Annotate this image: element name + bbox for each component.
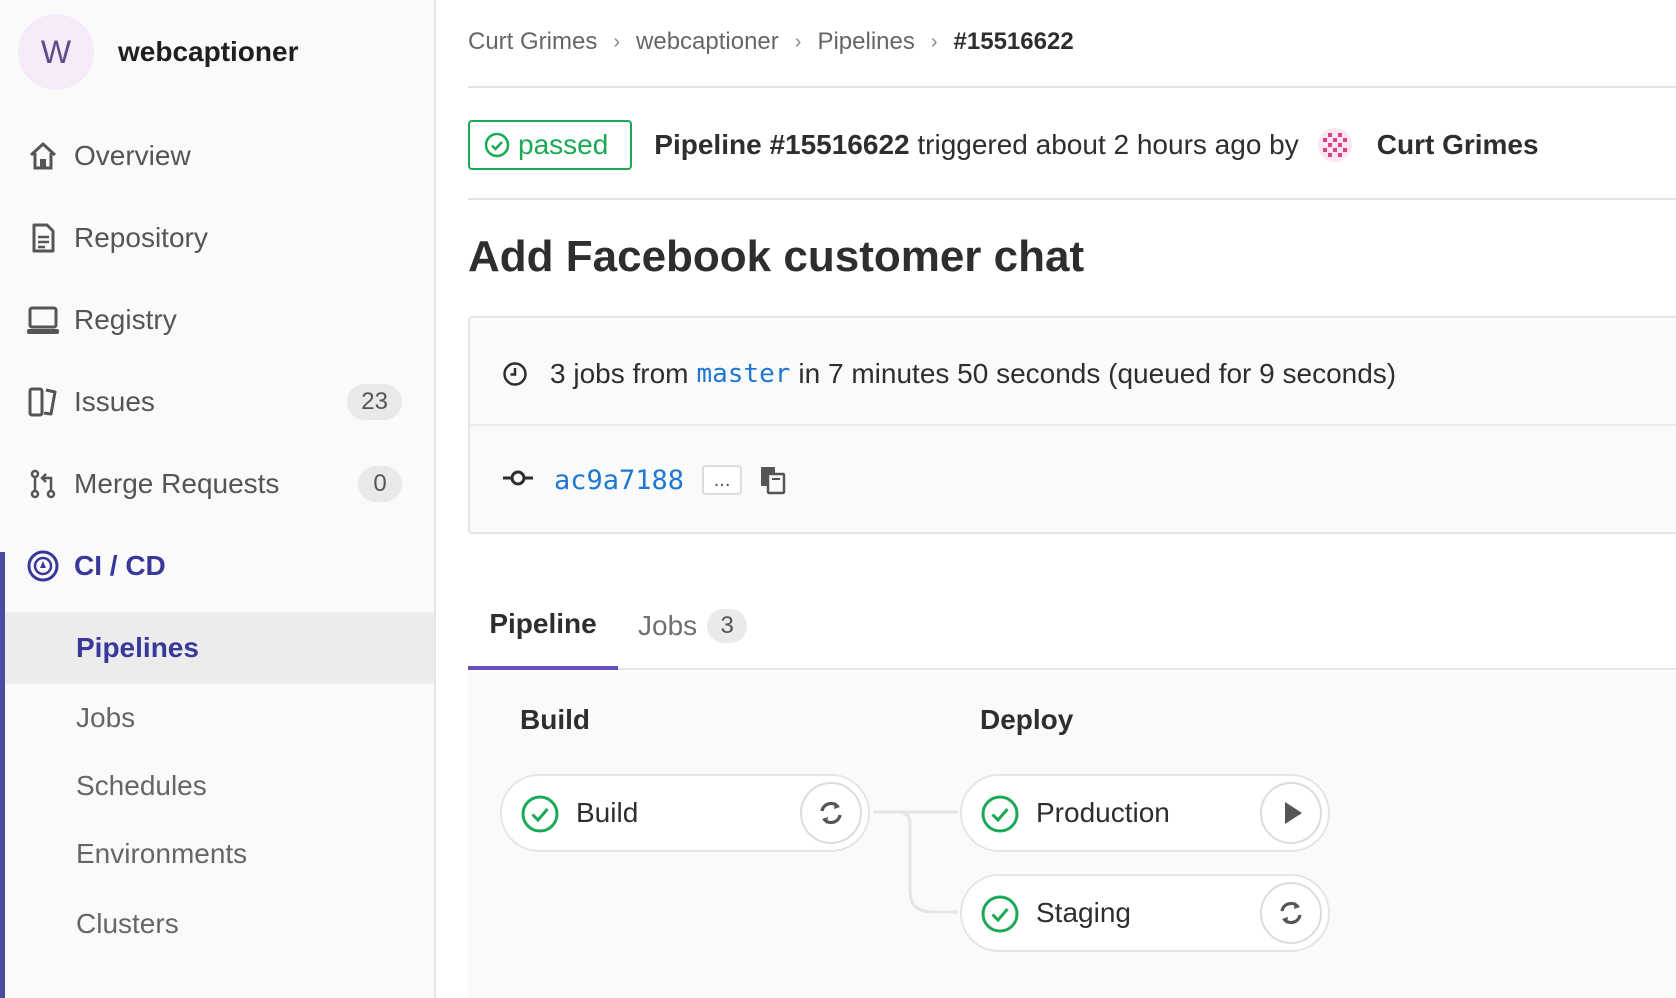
job-name: Production [1036,797,1170,828]
sidebar-item-ci-cd[interactable]: CI / CD [0,536,434,596]
sidebar-item-overview[interactable]: Overview [0,126,434,186]
project-avatar[interactable]: W [18,14,94,90]
job-production[interactable]: Production [960,774,1330,852]
retry-icon[interactable] [800,782,862,844]
commit-icon [502,468,534,493]
sidebar-item-repository[interactable]: Repository [0,208,434,268]
breadcrumb-item-current[interactable]: #15516622 [954,28,1074,56]
job-build[interactable]: Build [500,774,870,852]
divider [468,86,1676,88]
commit-title: Add Facebook customer chat [468,232,1085,281]
success-status-icon [520,794,560,834]
job-name: Staging [1036,897,1131,928]
job-staging[interactable]: Staging [960,874,1330,952]
pipeline-trigger-text: triggered about 2 hours ago by [909,129,1299,160]
sidebar-item-label: Issues [74,386,155,417]
breadcrumb-item-project[interactable]: webcaptioner [636,28,779,56]
sidebar-subitem-clusters[interactable]: Clusters [5,888,434,960]
chevron-right-icon: › [794,30,802,53]
pipeline-header: passed Pipeline #15516622 triggered abou… [468,120,1539,170]
sidebar: W webcaptioner Overview Repository Regis… [0,0,436,998]
copy-icon[interactable] [758,465,788,495]
sidebar-subitem-pipelines[interactable]: Pipelines [5,612,434,684]
jobs-count-text: 3 jobs from [550,358,689,389]
status-label: passed [518,129,609,160]
project-header[interactable]: W webcaptioner [18,14,298,90]
sidebar-subitem-jobs[interactable]: Jobs [5,682,434,754]
pipeline-info-box: 3 jobs from master in 7 minutes 50 secon… [468,316,1676,534]
success-status-icon [980,894,1020,934]
divider [468,198,1676,200]
breadcrumb-item-pipelines[interactable]: Pipelines [817,28,914,56]
merge-request-icon [26,467,60,501]
pipeline-duration-row: 3 jobs from master in 7 minutes 50 secon… [502,354,1396,394]
sidebar-item-label: CI / CD [74,550,166,581]
laptop-icon [26,303,60,337]
pipeline-title: Pipeline #15516622 triggered about 2 hou… [654,129,1298,161]
sidebar-item-label: Merge Requests [74,468,280,499]
check-circle-icon [484,132,510,158]
success-status-icon [980,794,1020,834]
commit-row: ac9a7188 ... [502,460,788,500]
sidebar-item-label: Overview [74,140,191,171]
breadcrumb-item-user[interactable]: Curt Grimes [468,28,597,56]
issues-count-badge: 23 [347,384,402,420]
chevron-right-icon: › [613,30,621,53]
project-name[interactable]: webcaptioner [118,36,298,68]
tab-pipeline[interactable]: Pipeline [468,582,618,670]
merge-requests-count-badge: 0 [358,466,402,502]
pipeline-graph: Build Deploy Build Production Staging [468,672,1676,998]
document-icon [26,221,60,255]
main-content: Curt Grimes › webcaptioner › Pipelines ›… [468,0,1676,998]
stage-title-build: Build [520,704,590,735]
sidebar-item-label: Registry [74,304,177,335]
branch-link[interactable]: master [697,359,791,389]
sidebar-item-registry[interactable]: Registry [0,290,434,350]
stage-title-deploy: Deploy [980,704,1074,735]
sidebar-item-label: Repository [74,222,208,253]
play-icon[interactable] [1260,782,1322,844]
issues-icon [26,385,60,419]
sidebar-item-issues[interactable]: Issues 23 [0,372,434,432]
pipeline-tabs: Pipeline Jobs 3 [468,582,1676,670]
divider [470,424,1676,426]
sidebar-subitem-environments[interactable]: Environments [5,818,434,890]
breadcrumb: Curt Grimes › webcaptioner › Pipelines ›… [468,22,1074,62]
status-badge[interactable]: passed [468,120,633,170]
clock-icon [502,361,530,387]
pipeline-id: Pipeline #15516622 [654,129,910,160]
commit-sha-link[interactable]: ac9a7188 [554,465,684,496]
rocket-icon [26,549,60,583]
retry-icon[interactable] [1260,882,1322,944]
tab-label: Jobs [638,610,698,641]
jobs-count-badge: 3 [707,609,748,643]
chevron-right-icon: › [930,30,938,53]
duration-text: in 7 minutes 50 seconds (queued for 9 se… [798,358,1397,389]
user-name-link[interactable]: Curt Grimes [1377,129,1539,161]
tab-jobs[interactable]: Jobs 3 [638,582,748,670]
home-icon [26,139,60,173]
sidebar-item-merge-requests[interactable]: Merge Requests 0 [0,454,434,514]
sidebar-subitem-schedules[interactable]: Schedules [5,750,434,822]
tab-label: Pipeline [489,608,597,639]
user-avatar[interactable] [1317,127,1353,163]
expand-commit-message-button[interactable]: ... [702,465,743,495]
job-name: Build [576,797,639,828]
